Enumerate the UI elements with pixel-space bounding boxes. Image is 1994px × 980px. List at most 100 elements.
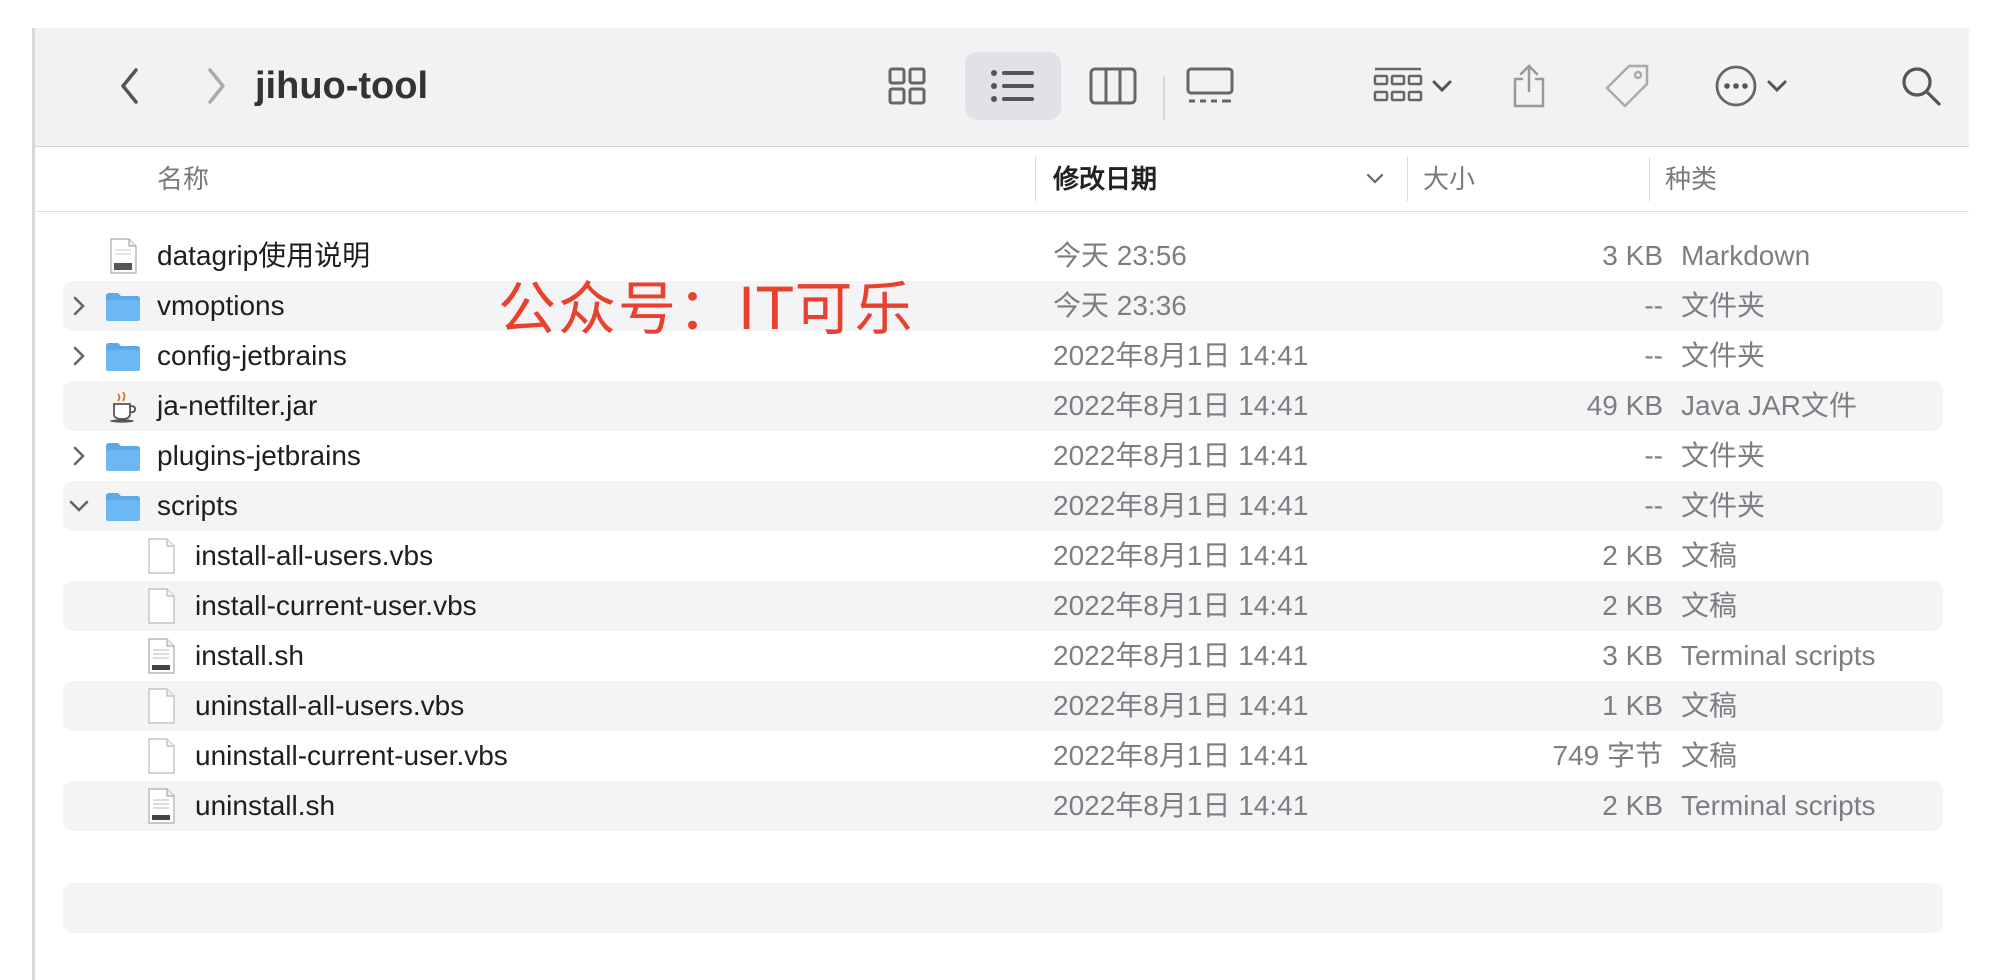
file-name: datagrip使用说明 [157,240,371,271]
file-date: 2022年8月1日 14:41 [1053,340,1309,371]
file-name: install.sh [195,640,304,671]
file-date: 2022年8月1日 14:41 [1053,590,1309,621]
file-size: 749 字节 [1552,740,1664,771]
file-kind: Java JAR文件 [1681,390,1857,421]
file-size: 2 KB [1602,540,1663,571]
group-grid-icon [1373,67,1423,102]
shell-script-icon [143,638,179,674]
file-row[interactable]: install-all-users.vbs 2022年8月1日 14:41 2 KB… [63,531,1943,581]
java-jar-icon [105,388,141,424]
view-separator [1163,76,1165,120]
file-row[interactable]: datagrip使用说明 今天 23:56 3 KB Markdown [63,231,1943,281]
gallery-icon [1186,67,1234,103]
file-row[interactable]: ja-netfilter.jar 2022年8月1日 14:41 49 KB Java… [63,381,1943,431]
document-icon [143,538,179,574]
document-icon [143,688,179,724]
list-icon [991,70,1034,102]
disclosure-expanded-icon[interactable] [65,481,93,531]
file-row[interactable]: plugins-jetbrains 2022年8月1日 14:41 -- 文件夹 [63,431,1943,481]
column-divider [1649,157,1650,201]
file-size: 49 KB [1586,390,1663,421]
header-kind[interactable]: 种类 [1665,147,1717,211]
header-date[interactable]: 修改日期 [1053,147,1157,211]
chevron-left-icon [121,68,138,104]
action-menu-button[interactable] [1703,52,1799,120]
file-name: config-jetbrains [157,340,347,371]
file-row[interactable]: scripts 2022年8月1日 14:41 -- 文件夹 [63,481,1943,531]
icon-view-button[interactable] [871,52,943,120]
tag-icon [1605,64,1649,108]
file-size: 2 KB [1602,590,1663,621]
disclosure-collapsed-icon[interactable] [65,281,93,331]
file-kind: 文件夹 [1681,490,1766,521]
sort-chevron-icon [1366,173,1384,184]
file-date: 2022年8月1日 14:41 [1053,540,1309,571]
file-date: 2022年8月1日 14:41 [1053,790,1309,821]
markdown-file-icon [105,238,141,274]
file-kind: 文稿 [1681,740,1738,771]
file-row[interactable]: uninstall-current-user.vbs 2022年8月1日 14:4… [63,731,1943,781]
disclosure-collapsed-icon[interactable] [65,431,93,481]
file-name: plugins-jetbrains [157,440,361,471]
file-kind: 文稿 [1681,690,1738,721]
file-date: 2022年8月1日 14:41 [1053,440,1309,471]
file-kind: Terminal scripts [1681,790,1876,821]
search-button[interactable] [1891,52,1951,120]
file-name: ja-netfilter.jar [157,390,318,421]
file-row[interactable]: install.sh 2022年8月1日 14:41 3 KB Terminal sc… [63,631,1943,681]
chevron-down-icon [1767,80,1787,93]
file-date: 2022年8月1日 14:41 [1053,740,1309,771]
list-view-button[interactable] [965,52,1061,120]
watermark-text: 公众号：IT可乐 [498,275,915,343]
column-divider [1035,157,1036,201]
document-icon [143,588,179,624]
file-name: install-current-user.vbs [195,590,477,621]
file-list: datagrip使用说明 今天 23:56 3 KB Markdown vmoption… [35,231,1969,831]
file-kind: 文稿 [1681,540,1738,571]
file-row[interactable]: uninstall-all-users.vbs 2022年8月1日 14:41 1 … [63,681,1943,731]
file-kind: 文件夹 [1681,340,1766,371]
column-header: 名称 修改日期 大小 种类 [35,147,1969,212]
share-button[interactable] [1501,52,1557,120]
forward-button[interactable] [191,52,241,120]
columns-icon [1089,67,1137,105]
window-title: jihuo-tool [255,65,429,107]
file-row[interactable]: install-current-user.vbs 2022年8月1日 14:41 2… [63,581,1943,631]
chevron-down-icon [1432,80,1452,93]
back-button[interactable] [105,52,155,120]
gallery-view-button[interactable] [1177,52,1243,120]
file-row[interactable]: config-jetbrains 2022年8月1日 14:41 -- 文件夹 [63,331,1943,381]
file-size: 3 KB [1602,240,1663,271]
document-icon [143,738,179,774]
grid-icon [888,67,926,105]
file-name: install-all-users.vbs [195,540,434,571]
header-size[interactable]: 大小 [1423,147,1475,211]
ellipsis-circle-icon [1715,65,1757,107]
file-date: 2022年8月1日 14:41 [1053,390,1309,421]
column-divider [1407,157,1408,201]
column-view-button[interactable] [1083,52,1143,120]
file-kind: 文件夹 [1681,290,1766,321]
file-kind: Markdown [1681,240,1811,271]
group-by-button[interactable] [1365,52,1461,120]
file-date: 今天 23:36 [1053,290,1187,321]
finder-window: jihuo-tool 名称 修改日期 大小 种类 datagrip使用说明 今天… [32,28,1969,980]
folder-icon [105,488,141,524]
disclosure-collapsed-icon[interactable] [65,331,93,381]
header-name[interactable]: 名称 [157,147,209,211]
file-name: uninstall.sh [195,790,336,821]
file-size: -- [1644,290,1663,321]
file-date: 2022年8月1日 14:41 [1053,640,1309,671]
file-kind: 文稿 [1681,590,1738,621]
shell-script-icon [143,788,179,824]
tag-button[interactable] [1595,52,1659,120]
search-icon [1902,67,1941,106]
folder-icon [105,438,141,474]
file-kind: Terminal scripts [1681,640,1876,671]
file-row[interactable]: vmoptions 今天 23:36 -- 文件夹 [63,281,1943,331]
file-size: -- [1644,440,1663,471]
chevron-right-icon [208,68,225,104]
toolbar: jihuo-tool [35,28,1969,147]
file-name: uninstall-all-users.vbs [195,690,465,721]
file-row[interactable]: uninstall.sh 2022年8月1日 14:41 2 KB Terminal … [63,781,1943,831]
